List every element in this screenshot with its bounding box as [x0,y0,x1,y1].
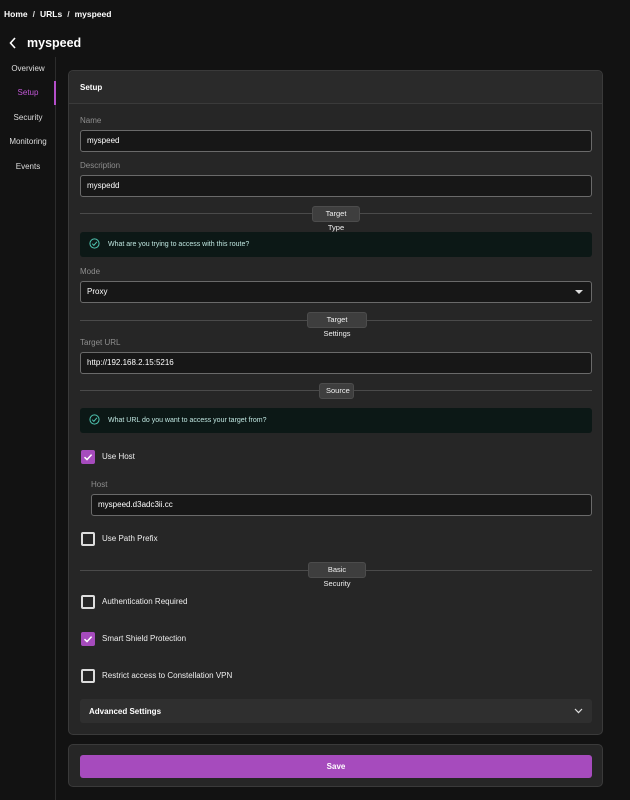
advanced-settings-label: Advanced Settings [89,706,162,716]
target-type-divider: Target Type [312,206,360,232]
mode-select-value: Proxy [87,287,108,296]
target-url-label: Target URL [80,338,121,347]
target-type-hint: What are you trying to access with this … [80,232,592,257]
use-path-prefix-checkbox[interactable] [81,532,95,546]
source-divider: Source [319,383,354,399]
chevron-down-icon [574,707,583,716]
sidebar: Overview Setup Security Monitoring Event… [0,57,56,800]
sidebar-item-monitoring[interactable]: Monitoring [0,130,56,154]
chevron-left-icon[interactable] [8,36,18,50]
description-label: Description [80,161,121,170]
restrict-vpn-label[interactable]: Restrict access to Constellation VPN [102,671,232,680]
breadcrumb-home[interactable]: Home [4,9,28,19]
check-circle-icon [89,238,100,251]
save-card: Save [68,744,603,787]
auth-required-label[interactable]: Authentication Required [102,597,187,606]
smart-shield-checkbox[interactable] [81,632,95,646]
mode-label: Mode [80,267,101,276]
target-type-hint-text: What are you trying to access with this … [108,241,250,248]
name-label: Name [80,116,102,125]
auth-required-checkbox[interactable] [81,595,95,609]
source-hint: What URL do you want to access your targ… [80,408,592,433]
description-input[interactable]: myspedd [80,175,592,197]
breadcrumb-current: myspeed [74,9,112,19]
save-button[interactable]: Save [80,755,592,778]
title-row: myspeed [8,36,81,50]
check-icon [83,454,93,461]
check-circle-icon [89,414,100,427]
smart-shield-label[interactable]: Smart Shield Protection [102,634,186,643]
name-input[interactable]: myspeed [80,130,592,152]
page-title: myspeed [27,36,82,50]
sidebar-item-security[interactable]: Security [0,106,56,130]
host-input[interactable]: myspeed.d3adc3ii.cc [91,494,592,516]
setup-card-header: Setup [69,71,602,104]
sidebar-item-events[interactable]: Events [0,155,56,179]
restrict-vpn-checkbox[interactable] [81,669,95,683]
caret-down-icon [575,290,583,294]
source-hint-text: What URL do you want to access your targ… [108,417,267,424]
host-label: Host [91,480,108,489]
target-settings-divider: Target Settings [307,312,367,338]
breadcrumb: Home / URLs / myspeed [4,9,111,19]
use-host-label[interactable]: Use Host [102,452,135,461]
use-path-prefix-label[interactable]: Use Path Prefix [102,534,158,543]
breadcrumb-separator: / [67,9,70,19]
mode-select[interactable]: Proxy [80,281,592,303]
sidebar-item-setup[interactable]: Setup [0,81,56,105]
target-url-input[interactable]: http://192.168.2.15:5216 [80,352,592,374]
sidebar-item-overview[interactable]: Overview [0,57,56,81]
basic-security-divider: Basic Security [308,562,366,588]
setup-card: Setup Name myspeed Description myspedd T… [68,70,603,735]
advanced-settings-toggle[interactable]: Advanced Settings [80,699,592,723]
breadcrumb-separator: / [32,9,35,19]
check-icon [83,636,93,643]
breadcrumb-urls[interactable]: URLs [40,9,62,19]
use-host-checkbox[interactable] [81,450,95,464]
